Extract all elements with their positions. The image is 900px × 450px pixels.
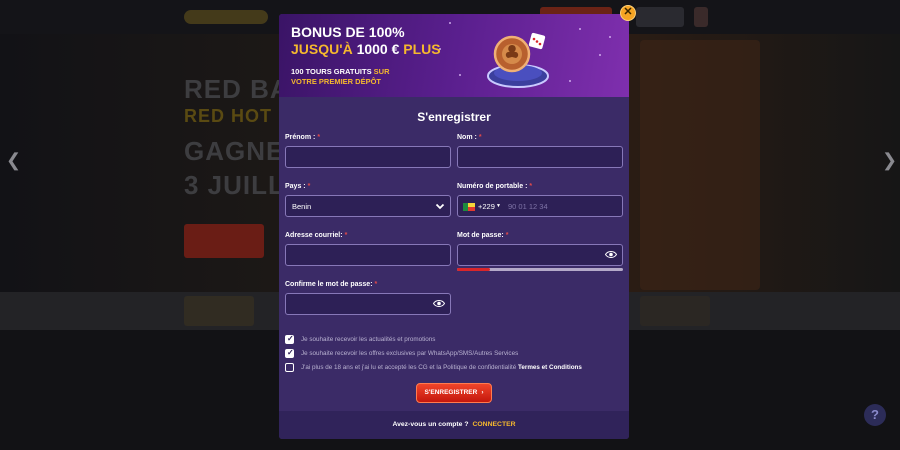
whatsapp-checkbox-label: Je souhaite recevoir les offres exclusiv… (301, 350, 519, 357)
check-icon: ✓ (287, 334, 294, 343)
login-prompt: Avez-vous un compte ? CONNECTER (392, 421, 516, 428)
background-hero-text: RED BA (184, 74, 290, 104)
register-modal: BONUS DE 100% JUSQU'À 1000 € PLUS 100 TO… (279, 14, 629, 439)
terms-link[interactable]: Termes et Conditions (518, 364, 582, 371)
check-icon: ✓ (287, 348, 294, 357)
background-header-button (636, 7, 684, 27)
password-label: Mot de passe: * (457, 232, 509, 239)
help-icon: ? (864, 404, 886, 426)
register-button[interactable]: S'ENREGISTRER › (416, 383, 492, 403)
chevron-down-icon (435, 203, 445, 210)
background-hero-text: 3 JUILL (184, 170, 285, 200)
close-button[interactable]: ✕ (620, 5, 636, 21)
banner-headline: BONUS DE 100% (291, 24, 405, 40)
email-label: Adresse courriel: * (285, 232, 348, 239)
arrow-right-icon: › (481, 389, 484, 396)
background-hero-text: RED HOT (184, 106, 272, 126)
password-strength-fill (457, 268, 491, 271)
country-label: Pays : * (285, 183, 311, 190)
banner-amount: JUSQU'À 1000 € PLUS (291, 41, 441, 57)
confirm-password-label: Confirme le mot de passe: * (285, 281, 378, 288)
whatsapp-checkbox[interactable]: ✓ (285, 348, 294, 358)
caret-down-icon[interactable]: ▼ (496, 203, 501, 209)
phone-field[interactable]: +229 ▼ 90 01 12 34 (457, 195, 623, 217)
password-strength-bar (457, 268, 623, 271)
close-icon: ✕ (623, 6, 633, 18)
country-select[interactable]: Benin (285, 195, 451, 217)
login-link[interactable]: CONNECTER (472, 421, 515, 428)
first-name-field[interactable] (285, 146, 451, 168)
phone-label: Numéro de portable : * (457, 183, 533, 190)
first-name-label: Prénom : * (285, 134, 321, 141)
phone-placeholder: 90 01 12 34 (508, 202, 548, 211)
bonus-banner: BONUS DE 100% JUSQU'À 1000 € PLUS 100 TO… (279, 14, 629, 97)
casino-chips-illustration (487, 32, 549, 88)
country-value: Benin (292, 202, 312, 211)
confirm-password-field[interactable] (285, 293, 451, 315)
last-name-label: Nom : * (457, 134, 482, 141)
background-flag (694, 7, 708, 27)
background-category-item (640, 296, 710, 326)
last-name-field[interactable] (457, 146, 623, 168)
background-hero-button (184, 224, 264, 258)
eye-icon[interactable] (605, 250, 617, 259)
newsletter-checkbox[interactable]: ✓ (285, 334, 294, 344)
newsletter-checkbox-label: Je souhaite recevoir les actualités et p… (301, 336, 436, 343)
carousel-next-icon: ❯ (882, 150, 898, 170)
carousel-prev-icon: ❮ (6, 150, 22, 170)
background-logo (184, 10, 268, 24)
modal-footer: Avez-vous un compte ? CONNECTER (279, 411, 629, 439)
terms-checkbox-label: J'ai plus de 18 ans et j'ai lu et accept… (301, 364, 582, 371)
phone-dial-code[interactable]: +229 (478, 202, 495, 211)
email-field[interactable] (285, 244, 451, 266)
password-field[interactable] (457, 244, 623, 266)
form-title: S'enregistrer (417, 110, 491, 124)
eye-icon[interactable] (433, 299, 445, 308)
banner-subtitle: 100 TOURS GRATUITS SUR (291, 67, 390, 76)
terms-checkbox[interactable] (285, 363, 294, 372)
benin-flag-icon[interactable] (463, 203, 475, 211)
background-hero-art (640, 40, 760, 290)
banner-subtitle-line2: VOTRE PREMIER DÉPÔT (291, 77, 382, 86)
background-category-item (184, 296, 254, 326)
